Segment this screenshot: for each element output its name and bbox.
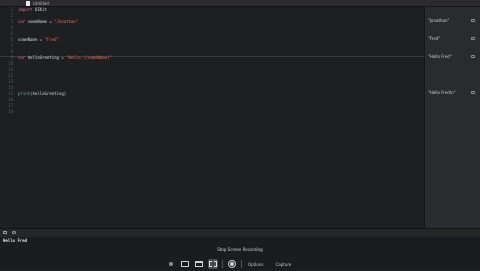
capture-selection-button[interactable] (208, 259, 218, 269)
screen-recording-label: Stop Screen Recording (217, 247, 263, 252)
close-toolbar-button[interactable] (166, 259, 176, 269)
file-name: Untitled (33, 0, 49, 6)
document-icon (26, 0, 30, 6)
quick-look-icon[interactable] (471, 90, 475, 94)
results-sidebar: "Jonathan" "Fred" "Hello Fred" "Hello Fr… (424, 7, 480, 228)
quick-look-icon[interactable] (471, 36, 475, 40)
line-number: 18 (8, 109, 13, 114)
code-text: someName = (25, 19, 55, 24)
record-button[interactable] (227, 259, 237, 269)
code-text: helloGreeting = (25, 55, 67, 60)
console-output: Hello Fred (3, 238, 28, 243)
result-value: "Hello Fred\n" (428, 89, 456, 95)
code-editor[interactable]: 1 2 3 4 5 6 7 8 9 10 11 12 13 14 15 16 1… (0, 7, 424, 228)
result-value: "Hello Fred" (428, 53, 452, 59)
line-number-gutter: 1 2 3 4 5 6 7 8 9 10 11 12 13 14 15 16 1… (0, 7, 14, 228)
function-name: print (18, 91, 31, 96)
result-row: "Fred" (428, 35, 480, 41)
screen-recording-toolbar: Options Capture (166, 257, 306, 271)
selection-icon (209, 261, 217, 267)
quick-look-icon[interactable] (471, 54, 475, 58)
hide-debug-area-icon[interactable] (3, 231, 7, 234)
result-row: "Hello Fred\n" (428, 89, 480, 95)
capture-window-button[interactable] (194, 259, 204, 269)
title-bar: Untitled (0, 0, 480, 7)
code-text: someName = (18, 37, 45, 42)
capture-entire-screen-button[interactable] (180, 259, 190, 269)
code-line-import: import UIKit (18, 7, 47, 13)
result-row: "Jonathan" (428, 17, 480, 23)
record-icon (228, 260, 236, 268)
toolbar-divider (222, 260, 223, 268)
run-icon[interactable] (12, 231, 16, 234)
code-line-var-greeting: var helloGreeting = "Hello \(someName)" (18, 55, 112, 61)
close-icon (169, 262, 173, 266)
result-value: "Fred" (428, 35, 441, 41)
result-value: "Jonathan" (428, 17, 450, 23)
code-text: (helloGreeting) (30, 91, 67, 96)
string-literal: "Jonathan" (54, 19, 79, 24)
result-row: "Hello Fred" (428, 53, 480, 59)
window-icon (195, 261, 203, 267)
options-menu[interactable]: Options (246, 261, 265, 268)
code-line-print: print(helloGreeting) (18, 91, 66, 97)
capture-button[interactable]: Capture (273, 261, 293, 268)
screen-icon (181, 261, 189, 267)
file-tab[interactable]: Untitled (26, 0, 49, 6)
code-line-var-somename: var someName = "Jonathan" (18, 19, 78, 25)
code-text: UIKit (32, 7, 47, 12)
string-literal: "Fred" (44, 37, 59, 42)
string-literal: "Hello \(someName)" (66, 55, 112, 60)
quick-look-icon[interactable] (471, 18, 475, 22)
code-line-assign-somename: someName = "Fred" (18, 37, 59, 43)
toolbar-divider (241, 260, 242, 268)
keyword: import (18, 7, 33, 12)
